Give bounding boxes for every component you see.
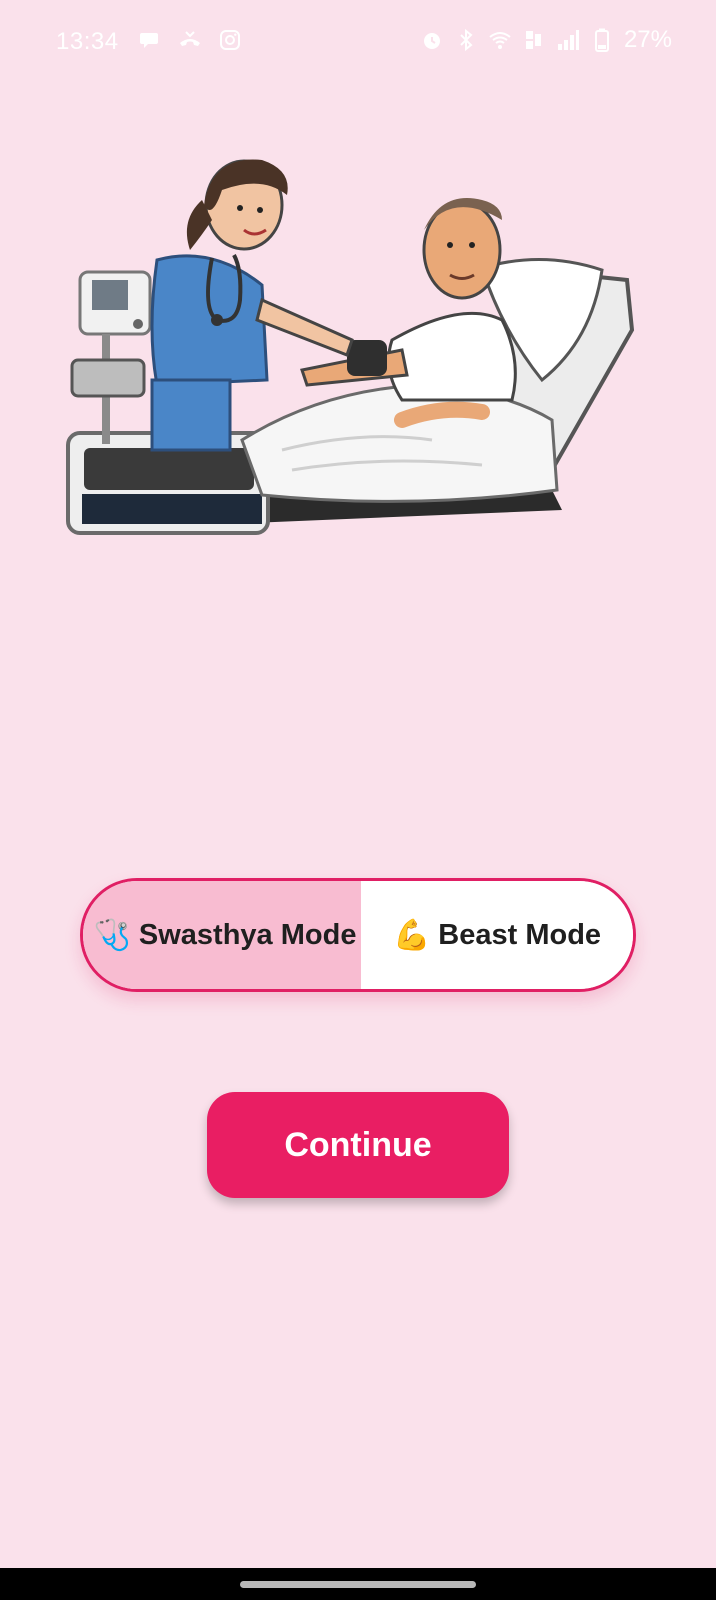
home-gesture-handle[interactable] [240,1581,476,1588]
missed-call-icon [180,31,200,46]
chat-bubble-icon [140,33,158,48]
continue-button[interactable]: Continue [207,1092,509,1198]
blanket [240,383,559,503]
nurse-patient-illustration [66,159,635,535]
notification-icons [138,28,242,52]
beast-mode-option[interactable]: 💪 Beast Mode [361,881,633,989]
status-bar: 13:34 27% [0,0,716,84]
instagram-icon [220,30,240,50]
mode-toggle[interactable]: 🩺 Swasthya Mode 💪 Beast Mode [80,878,636,992]
system-icons: 27% [420,26,672,54]
bp-cuff [347,340,387,376]
navigation-bar [0,1568,716,1600]
signal-icon [557,30,579,50]
battery-icon [594,28,609,52]
swasthya-mode-label: Swasthya Mode [138,918,357,951]
alarm-icon [423,33,440,49]
flexed-biceps-icon: 💪 [392,918,431,952]
wifi-icon [489,32,511,49]
bluetooth-icon [460,28,473,52]
swasthya-mode-option[interactable]: 🩺 Swasthya Mode [83,881,361,989]
volte-icon [525,31,541,49]
beast-mode-label: Beast Mode [438,918,602,951]
status-time: 13:34 [56,28,119,55]
stethoscope-icon: 🩺 [93,918,131,952]
nurse-arm [255,297,354,357]
patient-body [387,311,517,402]
nurse-pants [150,378,232,452]
battery-percentage: 27% [623,26,672,53]
